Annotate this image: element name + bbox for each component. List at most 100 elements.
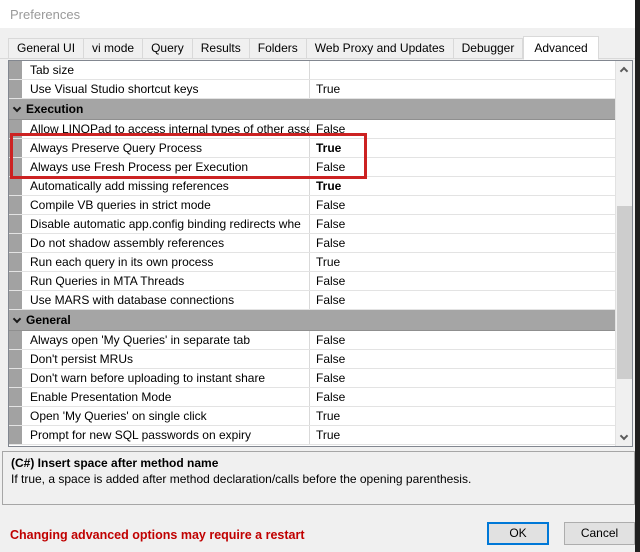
property-value[interactable]: False (310, 196, 615, 214)
property-name[interactable]: Don't persist MRUs (22, 350, 310, 368)
tab-advanced[interactable]: Advanced (523, 36, 598, 60)
property-value[interactable]: True (310, 426, 615, 444)
tab-results[interactable]: Results (193, 38, 250, 59)
row-gutter (9, 120, 22, 138)
property-name[interactable]: Open 'My Queries' on single click (22, 407, 310, 425)
property-row[interactable]: Use MARS with database connectionsFalse (9, 291, 615, 310)
property-name[interactable]: Run Queries in MTA Threads (22, 272, 310, 290)
property-value[interactable]: False (310, 369, 615, 387)
scrollbar-thumb[interactable] (617, 206, 632, 379)
row-gutter (9, 177, 22, 195)
vertical-scrollbar[interactable] (615, 61, 632, 446)
description-title: (C#) Insert space after method name (11, 456, 626, 470)
cancel-button[interactable]: Cancel (564, 522, 635, 545)
property-name[interactable]: Use Visual Studio shortcut keys (22, 80, 310, 98)
property-value[interactable]: False (310, 215, 615, 233)
tab-debugger[interactable]: Debugger (454, 38, 524, 59)
property-value[interactable]: False (310, 234, 615, 252)
property-value[interactable]: True (310, 80, 615, 98)
property-value[interactable] (310, 61, 615, 79)
property-name[interactable]: Automatically add missing references (22, 177, 310, 195)
row-gutter (9, 350, 22, 368)
property-name[interactable]: Do not shadow assembly references (22, 234, 310, 252)
property-value[interactable]: False (310, 158, 615, 176)
property-value[interactable]: False (310, 331, 615, 349)
restart-warning-text: Changing advanced options may require a … (10, 528, 305, 542)
row-gutter (9, 61, 22, 79)
tab-bar: General UIvi modeQueryResultsFoldersWeb … (8, 35, 599, 59)
property-row[interactable]: Compile VB queries in strict modeFalse (9, 196, 615, 215)
tab-folders[interactable]: Folders (250, 38, 307, 59)
scroll-down-button[interactable] (616, 429, 633, 446)
property-name[interactable]: Run each query in its own process (22, 253, 310, 271)
property-row[interactable]: Use Visual Studio shortcut keysTrue (9, 80, 615, 99)
tab-query[interactable]: Query (143, 38, 193, 59)
row-gutter (9, 369, 22, 387)
property-row[interactable]: Enable Presentation ModeFalse (9, 388, 615, 407)
property-row[interactable]: Allow LINQPad to access internal types o… (9, 120, 615, 139)
description-body: If true, a space is added after method d… (11, 472, 626, 486)
property-name[interactable]: Disable automatic app.config binding red… (22, 215, 310, 233)
property-name[interactable]: Use MARS with database connections (22, 291, 310, 309)
property-value[interactable]: True (310, 177, 615, 195)
tab-web-proxy-and-updates[interactable]: Web Proxy and Updates (307, 38, 454, 59)
property-row[interactable]: Prompt for new SQL passwords on expiryTr… (9, 426, 615, 445)
property-row[interactable]: Open 'My Queries' on single clickTrue (9, 407, 615, 426)
property-name[interactable]: Tab size (22, 61, 310, 79)
title-bar: Preferences (0, 0, 635, 28)
property-name[interactable]: Enable Presentation Mode (22, 388, 310, 406)
property-row[interactable]: Don't warn before uploading to instant s… (9, 369, 615, 388)
property-name[interactable]: Always use Fresh Process per Execution (22, 158, 310, 176)
property-row[interactable]: Run Queries in MTA ThreadsFalse (9, 272, 615, 291)
section-label: General (26, 313, 71, 327)
property-row[interactable]: Always open 'My Queries' in separate tab… (9, 331, 615, 350)
chevron-up-icon (620, 67, 628, 75)
chevron-down-icon (620, 432, 628, 440)
collapse-chevron-icon (13, 315, 21, 323)
tab-general-ui[interactable]: General UI (8, 38, 84, 59)
scroll-up-button[interactable] (616, 61, 633, 78)
property-row[interactable]: Disable automatic app.config binding red… (9, 215, 615, 234)
property-row[interactable]: Do not shadow assembly referencesFalse (9, 234, 615, 253)
property-row[interactable]: Always use Fresh Process per ExecutionFa… (9, 158, 615, 177)
row-gutter (9, 139, 22, 157)
property-row[interactable]: Tab size (9, 61, 615, 80)
row-gutter (9, 388, 22, 406)
property-row[interactable]: Run each query in its own processTrue (9, 253, 615, 272)
property-value[interactable]: False (310, 350, 615, 368)
row-gutter (9, 215, 22, 233)
row-gutter (9, 272, 22, 290)
property-row[interactable]: Don't persist MRUsFalse (9, 350, 615, 369)
row-gutter (9, 331, 22, 349)
property-value[interactable]: False (310, 291, 615, 309)
property-value[interactable]: False (310, 272, 615, 290)
description-panel: (C#) Insert space after method name If t… (2, 451, 635, 505)
ok-button[interactable]: OK (487, 522, 549, 545)
preferences-dialog: Preferences General UIvi modeQueryResult… (0, 0, 640, 552)
property-name[interactable]: Prompt for new SQL passwords on expiry (22, 426, 310, 444)
section-label: Execution (26, 102, 83, 116)
section-row[interactable]: Execution (9, 99, 615, 120)
property-row[interactable]: Always Preserve Query ProcessTrue (9, 139, 615, 158)
background-window-edge (635, 0, 640, 552)
property-value[interactable]: False (310, 388, 615, 406)
property-value[interactable]: True (310, 253, 615, 271)
property-name[interactable]: Don't warn before uploading to instant s… (22, 369, 310, 387)
property-name[interactable]: Compile VB queries in strict mode (22, 196, 310, 214)
row-gutter (9, 291, 22, 309)
property-value[interactable]: True (310, 407, 615, 425)
tab-vi-mode[interactable]: vi mode (84, 38, 143, 59)
section-row[interactable]: General (9, 310, 615, 331)
property-value[interactable]: True (310, 139, 615, 157)
row-gutter (9, 426, 22, 444)
row-gutter (9, 158, 22, 176)
collapse-chevron-icon (13, 104, 21, 112)
property-name[interactable]: Always Preserve Query Process (22, 139, 310, 157)
property-grid-rows: Tab sizeUse Visual Studio shortcut keysT… (9, 61, 615, 445)
property-value[interactable]: False (310, 120, 615, 138)
property-name[interactable]: Always open 'My Queries' in separate tab (22, 331, 310, 349)
row-gutter (9, 80, 22, 98)
row-gutter (9, 407, 22, 425)
property-row[interactable]: Automatically add missing referencesTrue (9, 177, 615, 196)
property-name[interactable]: Allow LINQPad to access internal types o… (22, 120, 310, 138)
